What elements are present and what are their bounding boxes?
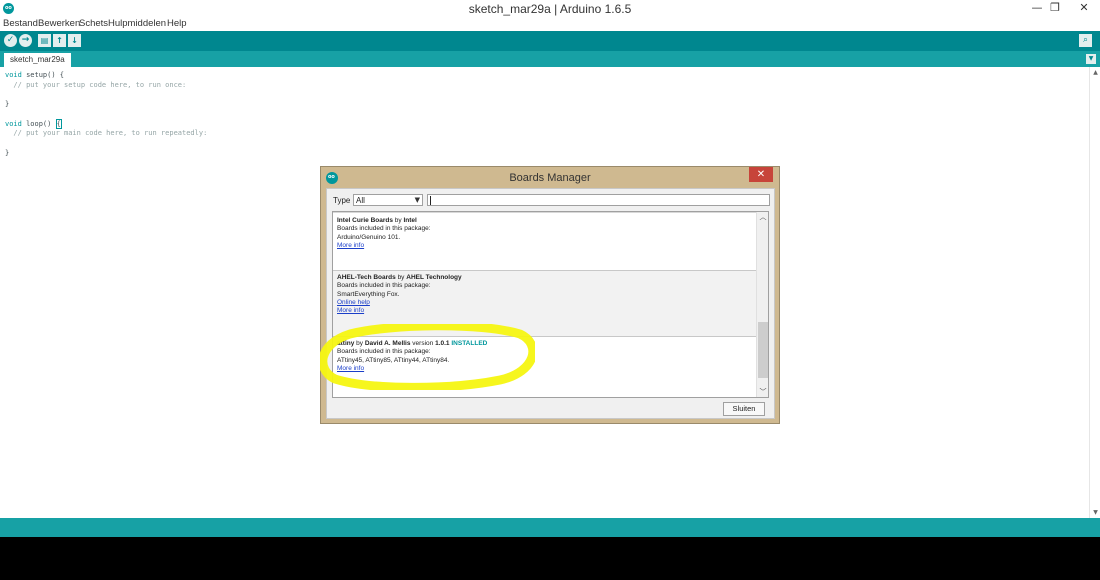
window-close-button[interactable]: ✕: [1068, 0, 1100, 16]
close-button[interactable]: Sluiten: [723, 402, 765, 416]
upload-icon[interactable]: →: [19, 34, 32, 47]
entry-included: Boards included in this package:: [337, 225, 431, 233]
scroll-down-icon[interactable]: ﹀: [758, 387, 768, 397]
code-line: loop(): [21, 119, 56, 128]
verify-icon[interactable]: ✓: [4, 34, 17, 47]
maximize-button[interactable]: ❐: [1042, 0, 1068, 16]
scrollbar-thumb[interactable]: [758, 322, 768, 378]
code-comment: // put your setup code here, to run once…: [5, 80, 187, 89]
dialog-close-icon[interactable]: ✕: [749, 167, 773, 182]
scroll-up-icon[interactable]: ︿: [758, 212, 768, 222]
menu-item-help[interactable]: Help: [167, 18, 187, 29]
code-keyword: void: [5, 71, 22, 79]
chevron-down-icon: ▼: [414, 196, 420, 204]
scroll-up-icon[interactable]: ▲: [1091, 68, 1100, 77]
menu-item-bestand[interactable]: Bestand: [3, 18, 38, 29]
code-line: }: [5, 148, 10, 157]
type-select-value: All: [356, 196, 365, 205]
code-text: void setup() { // put your setup code he…: [5, 71, 207, 158]
save-sketch-icon[interactable]: ↓: [68, 34, 81, 47]
serial-monitor-icon[interactable]: ⌕: [1079, 34, 1092, 47]
online-help-link[interactable]: Online help: [337, 299, 370, 306]
entry-boards: Arduino/Genuino 101.: [337, 233, 401, 241]
window-title: sketch_mar29a | Arduino 1.6.5: [468, 2, 632, 16]
menu-item-hulpmiddelen[interactable]: Hulpmiddelen: [108, 18, 166, 29]
toolbar: ✓ → ▤ ↑ ↓ ⌕: [0, 31, 1100, 51]
entry-header: AHEL-Tech Boards by AHEL Technology: [337, 274, 462, 281]
more-info-link[interactable]: More info: [337, 307, 364, 314]
new-sketch-icon[interactable]: ▤: [38, 34, 51, 47]
filter-search-input[interactable]: [427, 194, 770, 206]
entry-header: Intel Curie Boards by Intel: [337, 217, 417, 224]
screen-bottom-strip: [0, 537, 1100, 580]
entry-boards: SmartEverything Fox.: [337, 290, 400, 298]
text-caret: [430, 196, 431, 205]
list-item-intel-curie[interactable]: Intel Curie Boards by Intel Boards inclu…: [333, 212, 757, 271]
code-line: setup() {: [21, 71, 65, 79]
menu-item-schets[interactable]: Schets: [79, 18, 108, 29]
entry-included: Boards included in this package:: [337, 282, 431, 290]
open-sketch-icon[interactable]: ↑: [53, 34, 66, 47]
scroll-down-icon[interactable]: ▼: [1091, 508, 1100, 517]
type-select[interactable]: All ▼: [353, 194, 423, 206]
status-bar: [0, 518, 1100, 537]
more-info-link[interactable]: More info: [337, 242, 364, 249]
code-line: }: [5, 100, 10, 109]
menu-item-bewerken[interactable]: Bewerken: [38, 18, 80, 29]
type-label: Type: [333, 196, 351, 205]
dialog-title: Boards Manager: [509, 172, 591, 184]
code-comment: // put your main code here, to run repea…: [5, 129, 208, 138]
window-titlebar: oo sketch_mar29a | Arduino 1.6.5 — ❐ ✕: [0, 0, 1100, 17]
menu-bar: Bestand Bewerken Schets Hulpmiddelen Hel…: [0, 17, 1100, 32]
tab-sketch[interactable]: sketch_mar29a: [4, 53, 71, 67]
editor-scrollbar[interactable]: ▲ ▼: [1089, 67, 1100, 518]
bracket-match: {: [55, 118, 62, 129]
tab-bar: sketch_mar29a ▼: [0, 51, 1100, 67]
code-keyword: void: [5, 119, 22, 128]
list-scrollbar[interactable]: ︿ ﹀: [756, 212, 768, 397]
tab-menu-chevron-down-icon[interactable]: ▼: [1086, 54, 1096, 64]
highlight-annotation: [320, 324, 535, 390]
